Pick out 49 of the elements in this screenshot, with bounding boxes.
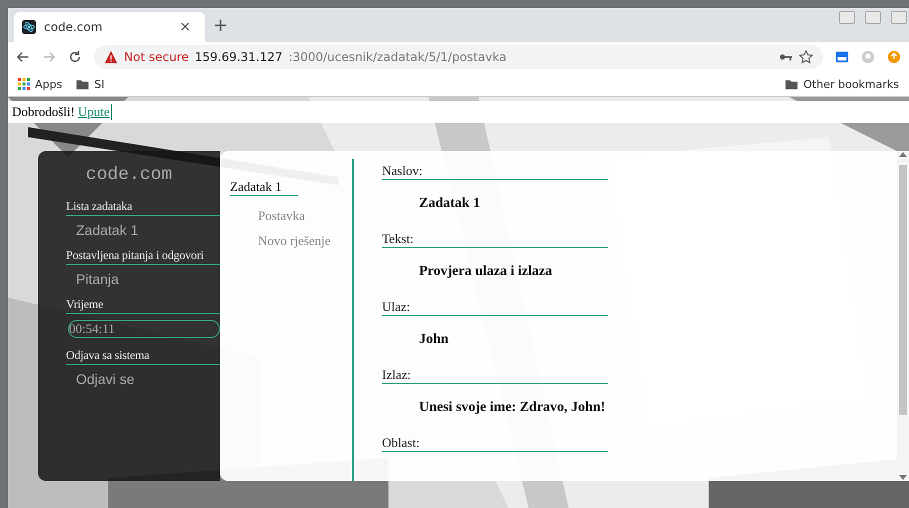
security-warning: Not secure	[124, 50, 189, 64]
url-host: 159.69.31.127	[194, 50, 283, 64]
bookmark[interactable]: Other bookmarks	[785, 78, 899, 90]
sidebar-link[interactable]: Zadatak 1	[76, 222, 220, 238]
warning-icon	[104, 50, 118, 64]
folder-icon	[76, 78, 90, 90]
atom-icon	[22, 20, 36, 34]
url-path: :3000/ucesnik/zadatak/5/1/postavka	[288, 50, 508, 64]
scroll-down-icon	[899, 475, 907, 481]
field-value: Provjera ulaza i izlaza	[419, 264, 554, 280]
scrollbar-thumb[interactable]	[899, 165, 907, 415]
forward-icon[interactable]	[42, 50, 56, 64]
address-bar[interactable]: Not secure 159.69.31.127 :3000/ucesnik/zadatak/5/1/postavka	[94, 45, 823, 69]
sidebar-link[interactable]: Pitanja	[76, 271, 220, 287]
timer-field: 00:54:11	[68, 320, 220, 338]
maximize-button[interactable]	[865, 11, 881, 24]
bookmark[interactable]: SI	[76, 78, 104, 90]
field-value: John	[419, 332, 450, 348]
profile-icon[interactable]	[861, 50, 875, 64]
field-label: Tekst:	[382, 231, 608, 248]
field-label: Ulaz:	[382, 299, 608, 316]
back-icon[interactable]	[16, 50, 30, 64]
field-label: Izlaz:	[382, 367, 608, 384]
extension-icon[interactable]	[835, 50, 849, 64]
minimize-button[interactable]	[839, 11, 855, 24]
instructions-link[interactable]: Upute	[78, 104, 112, 120]
field-value: Unesi svoje ime: Zdravo, John!	[419, 400, 606, 416]
field-value: Zadatak 1	[419, 196, 482, 212]
folder-icon	[785, 78, 798, 90]
welcome-text: Dobrodošli!	[12, 104, 75, 120]
close-window-button[interactable]	[891, 11, 907, 24]
apps-icon	[18, 78, 30, 90]
task-nav-link[interactable]: Novo rješenje	[258, 233, 352, 249]
logo: code.com	[84, 165, 174, 185]
scrollbar[interactable]	[897, 151, 909, 481]
tab-title: code.com	[44, 20, 104, 34]
browser-tab[interactable]: code.com ×	[14, 12, 205, 42]
field-label: Naslov:	[382, 163, 608, 180]
reload-icon[interactable]	[68, 50, 82, 64]
bookmark[interactable]: Apps	[18, 78, 62, 90]
scroll-up-icon	[899, 151, 907, 157]
close-tab-button[interactable]: ×	[173, 19, 197, 35]
star-icon[interactable]	[799, 50, 813, 64]
field-label: Oblast:	[382, 435, 608, 452]
task-nav-link[interactable]: Postavka	[258, 208, 352, 224]
new-tab-button[interactable]: +	[213, 15, 228, 36]
update-icon[interactable]	[887, 50, 901, 64]
task-title: Zadatak 1	[230, 179, 298, 196]
sidebar-link[interactable]: Odjavi se	[76, 371, 220, 387]
